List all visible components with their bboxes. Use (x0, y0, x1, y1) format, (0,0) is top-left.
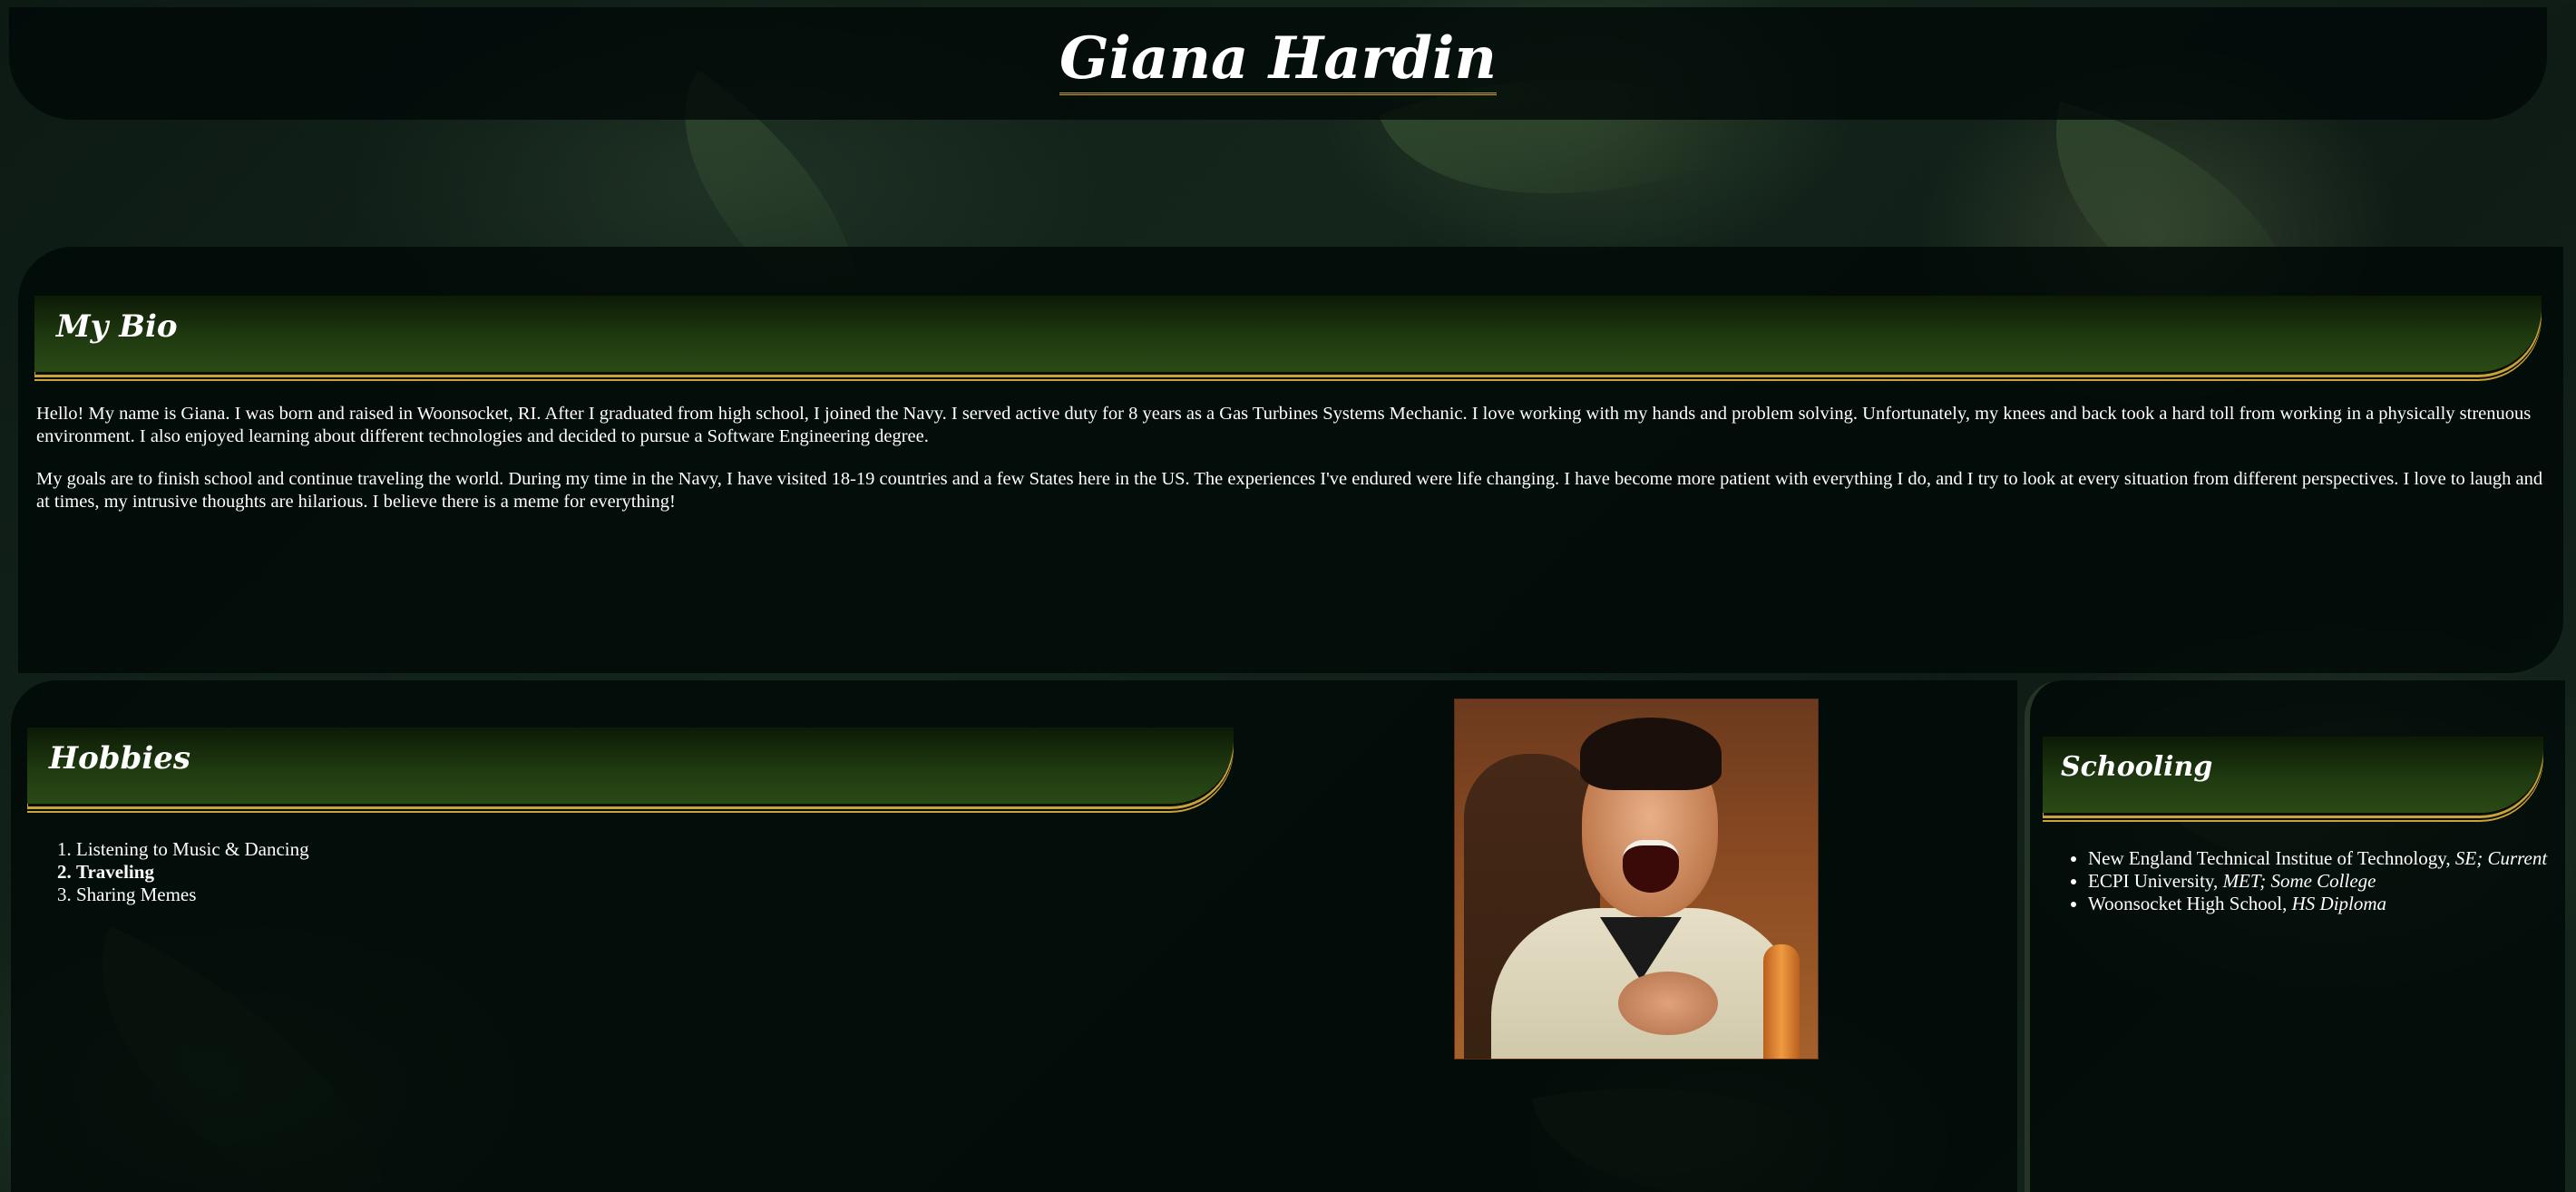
meme-mouth (1623, 840, 1679, 893)
hobbies-list: Listening to Music & Dancing Traveling S… (40, 838, 309, 906)
schooling-list: New England Technical Institue of Techno… (2052, 847, 2560, 915)
school-name: Woonsocket High School, (2088, 893, 2292, 914)
list-item: Woonsocket High School, HS Diploma (2088, 893, 2560, 915)
schooling-heading: Schooling (2061, 751, 2213, 783)
school-name: ECPI University, (2088, 870, 2223, 892)
bio-paragraph: Hello! My name is Giana. I was born and … (36, 404, 2532, 446)
site-title: Giana Hardin (1059, 26, 1497, 96)
school-name: New England Technical Institue of Techno… (2088, 847, 2455, 869)
site-header: Giana Hardin (9, 7, 2547, 120)
list-item: Listening to Music & Dancing (76, 838, 309, 861)
bio-paragraph: My goals are to finish school and contin… (36, 469, 2543, 512)
list-item: Traveling (76, 861, 309, 884)
bio-text: Hello! My name is Giana. I was born and … (36, 403, 2549, 533)
meme-image (1454, 699, 1819, 1060)
meme-hair (1580, 718, 1722, 790)
school-detail: HS Diploma (2291, 893, 2387, 914)
school-detail: SE; Current (2454, 847, 2548, 869)
list-item: Sharing Memes (76, 884, 309, 906)
bio-heading: My Bio (56, 308, 178, 345)
bio-heading-bar: My Bio (34, 296, 2542, 372)
list-item: ECPI University, MET; Some College (2088, 870, 2560, 893)
meme-bottle (1763, 944, 1800, 1059)
hobbies-heading: Hobbies (49, 740, 191, 777)
meme-hand (1618, 972, 1718, 1035)
school-detail: MET; Some College (2222, 870, 2376, 892)
schooling-heading-bar: Schooling (2043, 737, 2543, 813)
list-item: New England Technical Institue of Techno… (2088, 847, 2560, 870)
hobbies-heading-bar: Hobbies (27, 728, 1234, 804)
